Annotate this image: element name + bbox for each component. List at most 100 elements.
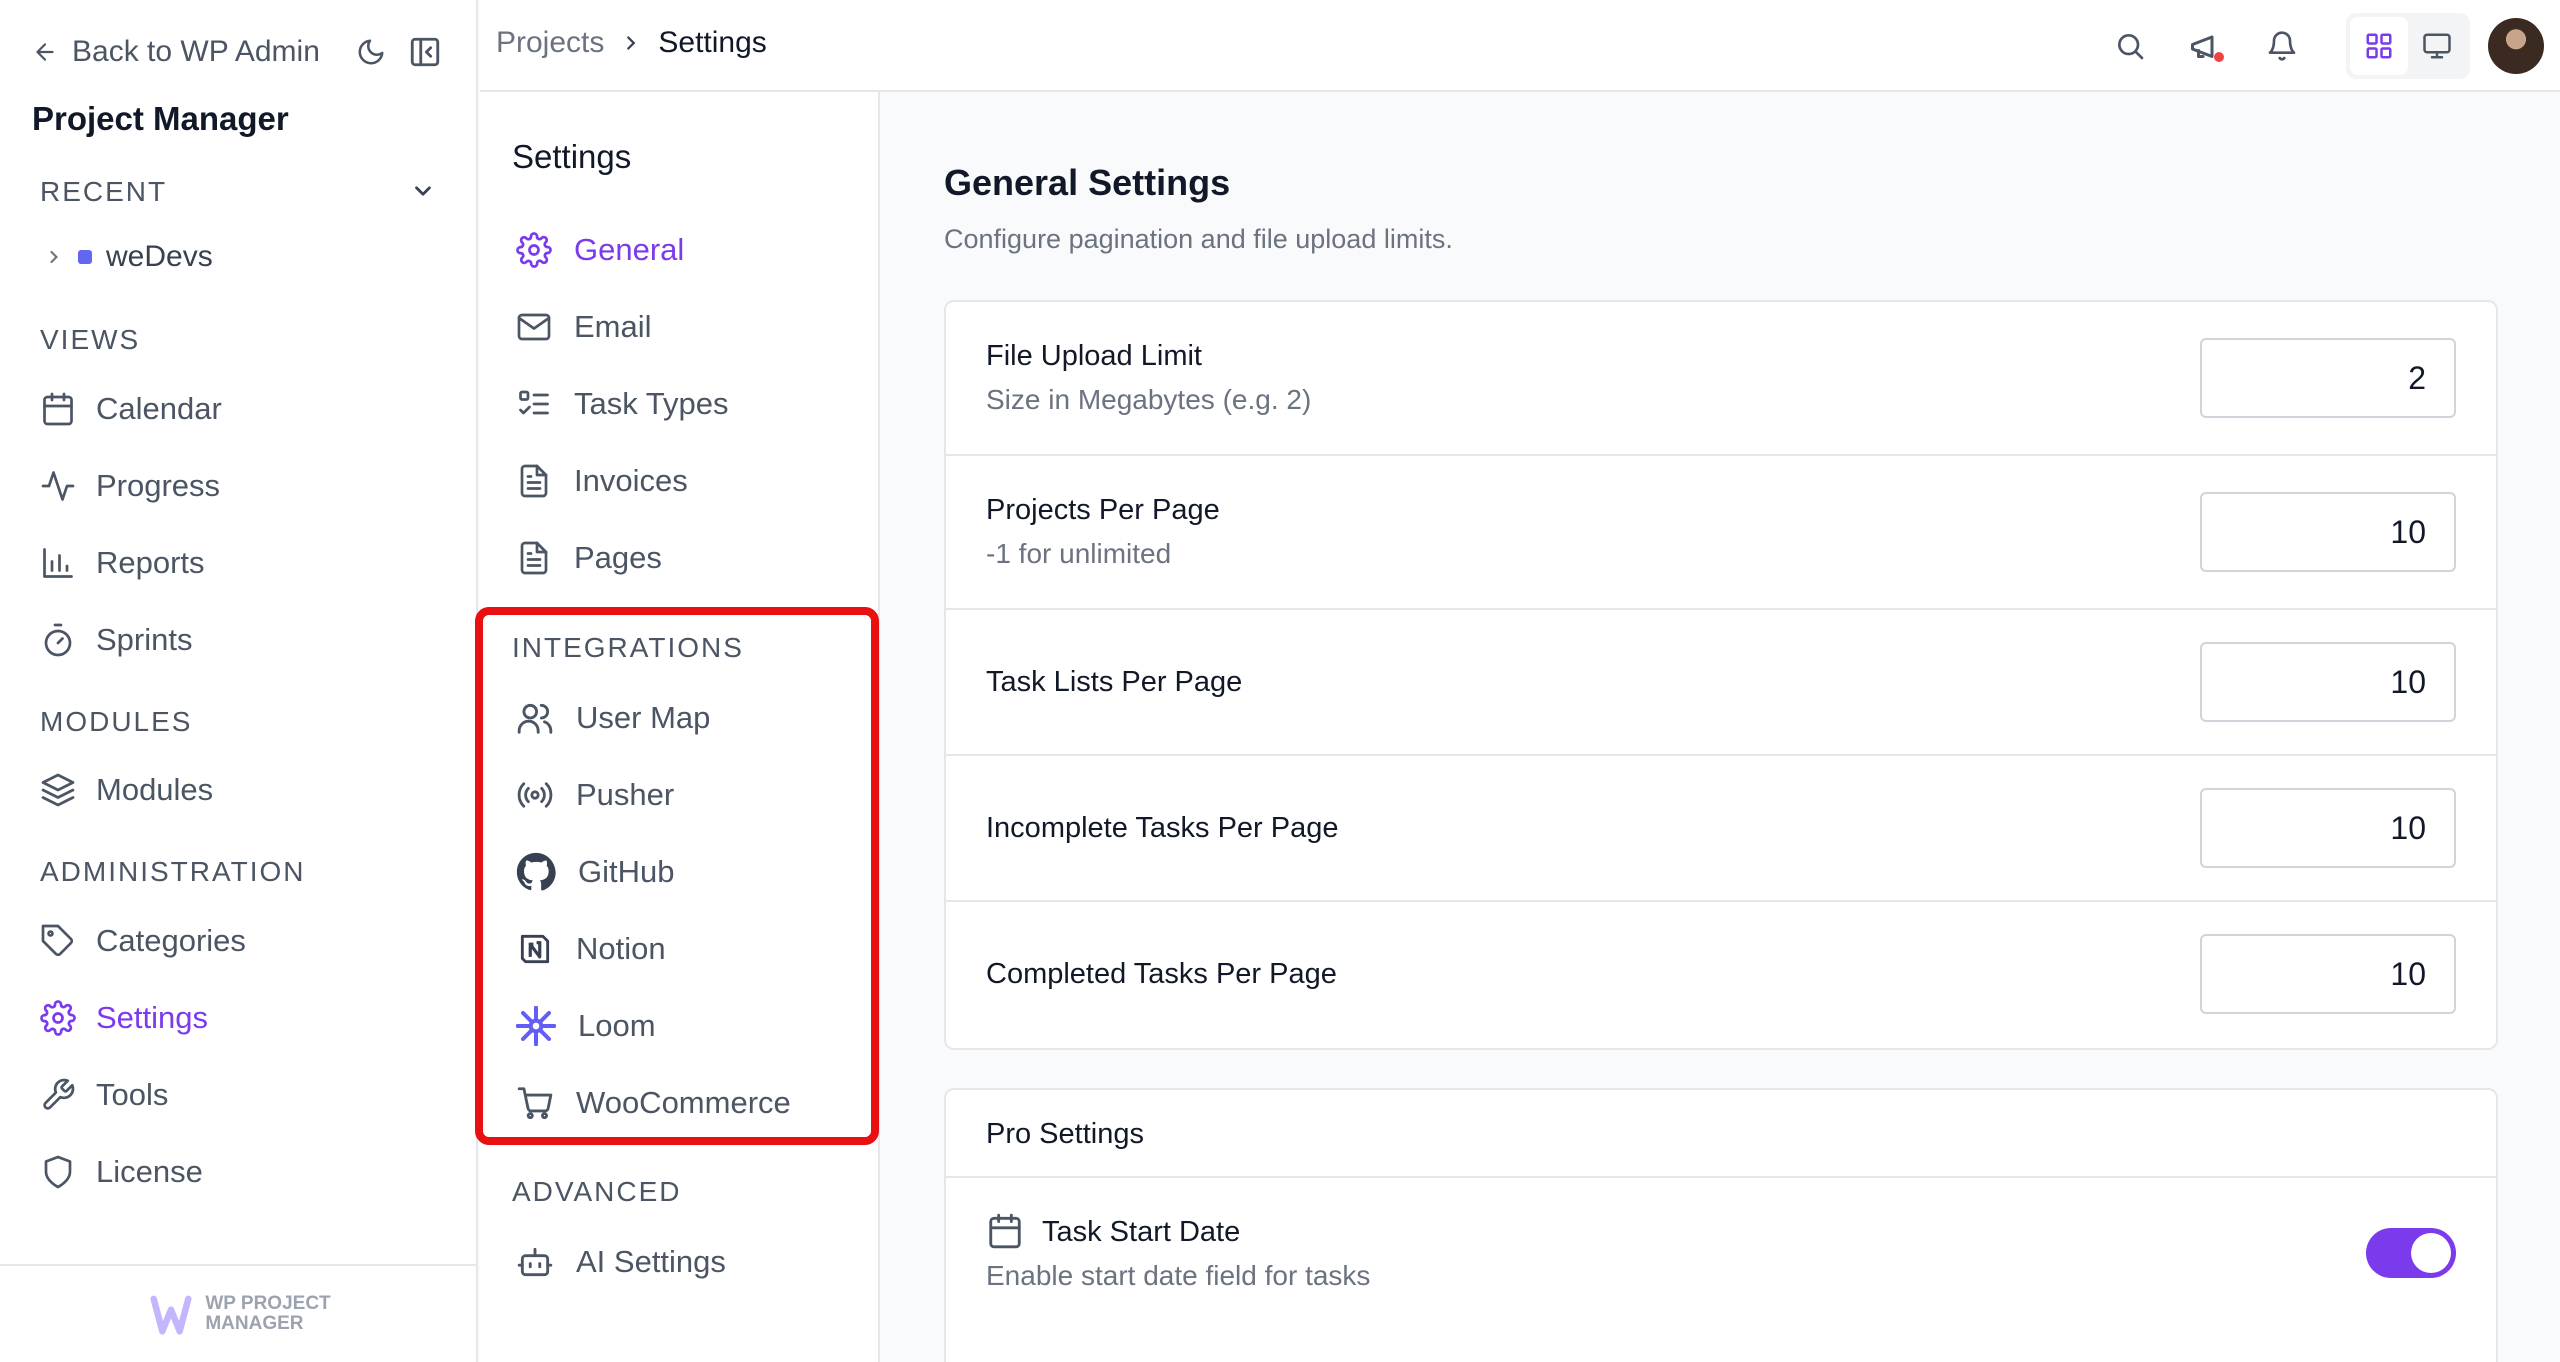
bot-icon: [517, 1247, 553, 1277]
settings-tab-label: AI Settings: [576, 1244, 726, 1279]
search-icon: [2118, 34, 2144, 60]
completed-tasks-per-page-input[interactable]: [2200, 934, 2456, 1014]
settings-tab-notion[interactable]: Notion: [516, 925, 666, 973]
settings-tab-label: User Map: [576, 700, 711, 735]
announcement-badge: [2214, 52, 2224, 62]
nav-item-settings[interactable]: Settings: [40, 994, 208, 1042]
settings-tab-label: Loom: [578, 1008, 656, 1043]
settings-tab-pages[interactable]: Pages: [516, 534, 662, 582]
settings-tab-woocommerce[interactable]: WooCommerce: [516, 1079, 791, 1127]
task-start-date-toggle[interactable]: [2366, 1228, 2456, 1278]
chevron-right-icon: [50, 250, 58, 264]
setting-row-completed-tasks-per-page: Completed Tasks Per Page: [946, 902, 2496, 1048]
file-text-icon: [520, 464, 548, 498]
pro-settings-header: Pro Settings: [946, 1090, 2496, 1178]
back-link-label: Back to WP Admin: [72, 35, 320, 68]
settings-tab-ai-settings[interactable]: AI Settings: [516, 1238, 726, 1286]
setting-label: Completed Tasks Per Page: [986, 958, 1337, 990]
layers-icon: [41, 773, 75, 807]
integrations-heading: INTEGRATIONS: [512, 632, 744, 663]
back-to-wp-admin-link[interactable]: Back to WP Admin: [32, 35, 320, 69]
pagination-settings-card: File Upload Limit Size in Megabytes (e.g…: [944, 300, 2498, 1050]
app-sidebar: Back to WP Admin Project Manager RECENT …: [0, 0, 478, 1362]
sidebar-top: Back to WP Admin: [32, 30, 442, 74]
page-title: General Settings: [944, 162, 1231, 203]
nav-item-sprints[interactable]: Sprints: [40, 616, 192, 664]
settings-tab-general[interactable]: General: [516, 226, 684, 274]
nav-item-label: Tools: [96, 1077, 169, 1112]
activity-icon: [41, 471, 75, 501]
notifications-button[interactable]: [2250, 14, 2314, 78]
chevron-down-icon[interactable]: [410, 178, 436, 204]
collapse-sidebar-icon[interactable]: [408, 35, 442, 69]
incomplete-tasks-per-page-input[interactable]: [2200, 788, 2456, 868]
moon-icon[interactable]: [356, 37, 386, 67]
task-lists-per-page-input[interactable]: [2200, 642, 2456, 722]
general-settings-panel: General Settings Configure pagination an…: [882, 92, 2560, 1362]
nav-item-tools[interactable]: Tools: [40, 1071, 168, 1119]
settings-tab-label: Email: [574, 309, 652, 344]
timer-icon: [44, 623, 72, 657]
pro-settings-card: Pro Settings Task Start Date Enable star…: [944, 1088, 2498, 1362]
settings-tab-label: Invoices: [574, 463, 688, 498]
user-avatar[interactable]: [2488, 18, 2544, 74]
view-mode-toggle: [2346, 13, 2470, 79]
advanced-heading: ADVANCED: [512, 1176, 682, 1207]
recent-item-wedevs[interactable]: weDevs: [44, 240, 213, 274]
calendar-icon: [989, 1213, 1021, 1249]
setting-label: Projects Per Page: [986, 494, 1220, 526]
settings-tab-email[interactable]: Email: [516, 303, 652, 351]
settings-tab-invoices[interactable]: Invoices: [516, 457, 688, 505]
logo-text-line1: WP PROJECT: [205, 1293, 331, 1314]
notion-icon: [520, 934, 550, 964]
announcements-button[interactable]: [2174, 14, 2238, 78]
modules-heading: MODULES: [40, 706, 193, 737]
nav-item-label: Reports: [96, 545, 205, 580]
toggle-knob: [2411, 1233, 2451, 1273]
nav-item-progress[interactable]: Progress: [40, 462, 220, 510]
monitor-icon: [2423, 33, 2451, 59]
nav-item-calendar[interactable]: Calendar: [40, 385, 222, 433]
bell-icon: [2268, 31, 2296, 61]
breadcrumb-projects[interactable]: Projects: [496, 26, 604, 60]
settings-subnav-title: Settings: [512, 138, 632, 175]
pro-settings-heading: Pro Settings: [986, 1118, 1144, 1150]
administration-heading: ADMINISTRATION: [40, 856, 306, 887]
nav-item-categories[interactable]: Categories: [40, 917, 246, 965]
arrow-left-icon: [36, 43, 54, 61]
projects-per-page-input[interactable]: [2200, 492, 2456, 572]
project-color-dot: [78, 250, 92, 264]
grid-view-button[interactable]: [2350, 17, 2408, 75]
nav-item-label: Categories: [96, 923, 246, 958]
bar-chart-icon: [43, 548, 73, 578]
breadcrumb: Projects Settings: [496, 26, 767, 60]
desktop-view-button[interactable]: [2408, 17, 2466, 75]
settings-tab-task-types[interactable]: Task Types: [516, 380, 729, 428]
nav-item-label: Calendar: [96, 391, 222, 426]
search-button[interactable]: [2098, 14, 2162, 78]
setting-row-task-lists-per-page: Task Lists Per Page: [946, 610, 2496, 756]
nav-item-modules[interactable]: Modules: [40, 766, 213, 814]
top-bar-actions: [2098, 13, 2560, 79]
file-upload-limit-input[interactable]: [2200, 338, 2456, 418]
settings-tab-label: Notion: [576, 931, 666, 966]
setting-row-file-upload-limit: File Upload Limit Size in Megabytes (e.g…: [946, 302, 2496, 456]
settings-tab-label: WooCommerce: [576, 1085, 791, 1120]
github-icon: [516, 852, 556, 891]
setting-label: Task Lists Per Page: [986, 666, 1243, 698]
tag-icon: [41, 924, 74, 957]
sidebar-footer-logo: WP PROJECT MANAGER: [0, 1264, 476, 1362]
settings-tab-label: Pages: [574, 540, 662, 575]
wrench-icon: [43, 1078, 75, 1110]
settings-tab-github[interactable]: GitHub: [516, 848, 674, 896]
setting-row-projects-per-page: Projects Per Page -1 for unlimited: [946, 456, 2496, 610]
settings-tab-user-map[interactable]: User Map: [516, 694, 710, 742]
nav-item-reports[interactable]: Reports: [40, 539, 205, 587]
settings-tab-pusher[interactable]: Pusher: [516, 771, 674, 819]
setting-label: Task Start Date: [1042, 1216, 1241, 1248]
nav-item-license[interactable]: License: [40, 1148, 203, 1196]
chevron-right-icon: [627, 36, 636, 50]
mail-icon: [517, 313, 551, 341]
file-text-icon: [520, 541, 548, 575]
settings-tab-loom[interactable]: Loom: [516, 1002, 656, 1050]
